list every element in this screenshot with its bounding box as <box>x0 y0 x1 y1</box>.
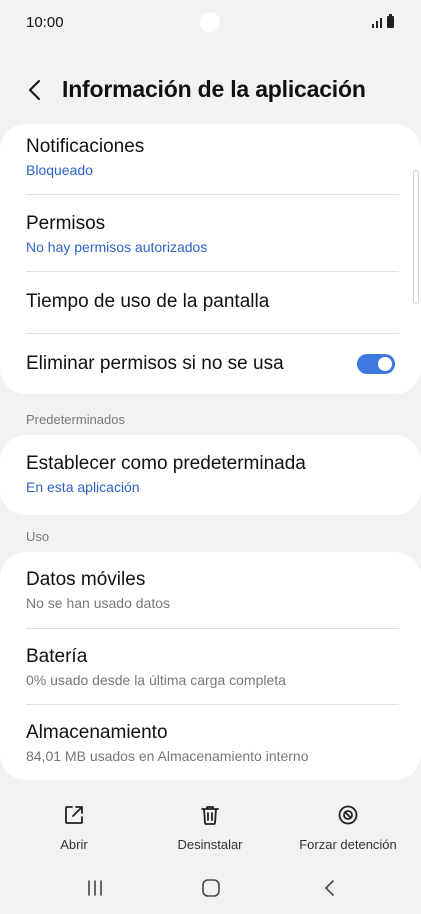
chevron-left-icon[interactable] <box>26 79 46 101</box>
battery-icon <box>387 14 394 28</box>
home-icon[interactable] <box>201 878 221 898</box>
mobile-data-status: No se han usado datos <box>26 595 170 611</box>
set-default-title: Establecer como predeterminada <box>26 453 306 474</box>
storage-status: 84,01 MB usados en Almacenamiento intern… <box>26 748 309 764</box>
permissions-row[interactable]: Permisos No hay permisos autorizados <box>26 212 399 256</box>
divider <box>26 271 399 272</box>
battery-status: 0% usado desde la última carga completa <box>26 672 286 688</box>
app-header: Información de la aplicación <box>0 66 421 114</box>
status-time: 10:00 <box>26 14 64 31</box>
mobile-data-title: Datos móviles <box>26 569 146 590</box>
open-label: Abrir <box>60 837 88 852</box>
recents-icon[interactable] <box>86 878 104 898</box>
battery-title: Batería <box>26 646 88 667</box>
force-stop-label: Forzar detención <box>299 837 397 852</box>
bottom-action-bar: Abrir Desinstalar Forzar detención <box>0 800 421 856</box>
settings-card-main: Notificaciones Bloqueado Permisos No hay… <box>0 124 421 394</box>
divider <box>26 628 399 629</box>
settings-card-defaults: Establecer como predeterminada En esta a… <box>0 435 421 515</box>
permissions-title: Permisos <box>26 213 106 234</box>
section-label-defaults: Predeterminados <box>26 412 125 427</box>
status-icons <box>372 14 394 28</box>
force-stop-button[interactable]: Forzar detención <box>292 800 404 852</box>
set-default-row[interactable]: Establecer como predeterminada En esta a… <box>26 452 399 496</box>
toggle-knob <box>378 357 392 371</box>
settings-card-usage: Datos móviles No se han usado datos Bate… <box>0 552 421 780</box>
permissions-status: No hay permisos autorizados <box>26 239 208 255</box>
divider <box>26 704 399 705</box>
status-bar: 10:00 <box>0 0 421 48</box>
set-default-status: En esta aplicación <box>26 479 140 495</box>
uninstall-label: Desinstalar <box>177 837 243 852</box>
external-open-icon <box>65 806 83 824</box>
screen-time-title: Tiempo de uso de la pantalla <box>26 291 270 312</box>
page-title: Información de la aplicación <box>62 76 366 102</box>
notifications-title: Notificaciones <box>26 136 145 157</box>
screen-time-row[interactable]: Tiempo de uso de la pantalla <box>26 290 399 314</box>
remove-permissions-toggle[interactable] <box>357 354 395 374</box>
mobile-data-row[interactable]: Datos móviles No se han usado datos <box>26 568 399 612</box>
notifications-status: Bloqueado <box>26 162 93 178</box>
trash-icon <box>201 806 219 825</box>
camera-cutout <box>200 12 220 32</box>
battery-row[interactable]: Batería 0% usado desde la última carga c… <box>26 645 399 689</box>
back-nav-icon[interactable] <box>322 878 338 898</box>
scrollbar[interactable] <box>413 170 419 304</box>
notifications-row[interactable]: Notificaciones Bloqueado <box>26 135 399 179</box>
storage-title: Almacenamiento <box>26 722 168 743</box>
section-label-usage: Uso <box>26 529 50 544</box>
remove-permissions-title: Eliminar permisos si no se usa <box>26 353 284 374</box>
signal-icon <box>372 16 382 28</box>
open-button[interactable]: Abrir <box>52 800 96 852</box>
remove-permissions-row[interactable]: Eliminar permisos si no se usa <box>26 352 341 376</box>
divider <box>26 333 399 334</box>
storage-row[interactable]: Almacenamiento 84,01 MB usados en Almace… <box>26 721 399 765</box>
uninstall-button[interactable]: Desinstalar <box>170 800 250 852</box>
block-icon <box>338 805 358 825</box>
navigation-bar <box>0 868 421 908</box>
divider <box>26 194 399 195</box>
